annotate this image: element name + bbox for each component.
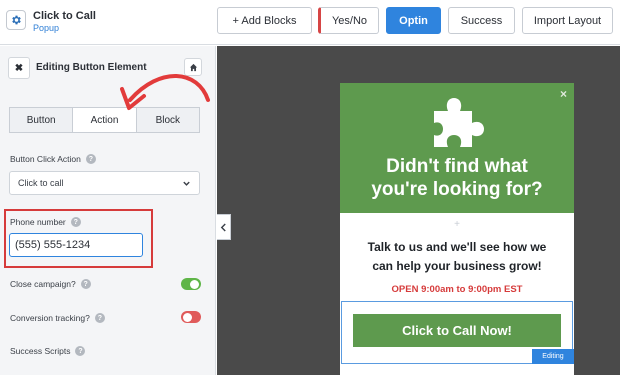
campaign-type: Popup [33, 23, 60, 33]
popup-header-block[interactable]: × Didn't find what you're looking for? [340, 83, 574, 213]
settings-button[interactable] [6, 10, 26, 30]
phone-number-input[interactable] [9, 233, 143, 257]
help-icon[interactable]: ? [75, 346, 86, 356]
help-icon[interactable]: ? [85, 154, 96, 164]
top-bar: Click to Call Popup + Add Blocks Yes/No … [0, 0, 620, 45]
close-campaign-toggle[interactable] [181, 278, 201, 290]
add-block-marker[interactable]: + [340, 219, 574, 230]
success-scripts-text: Success Scripts [10, 346, 71, 356]
close-campaign-label: Close campaign? ? [10, 279, 91, 289]
help-icon[interactable]: ? [80, 279, 91, 289]
help-icon[interactable]: ? [70, 217, 81, 227]
body-line-1: Talk to us and we'll see how we [367, 240, 547, 254]
close-icon[interactable]: × [560, 87, 567, 101]
close-icon: ✖ [14, 62, 24, 74]
button-click-action-label: Button Click Action ? [10, 154, 96, 164]
click-to-call-button[interactable]: Click to Call Now! [353, 314, 561, 347]
add-blocks-button[interactable]: + Add Blocks [217, 7, 312, 34]
curved-arrow-icon [120, 74, 210, 110]
conversion-tracking-toggle[interactable] [181, 311, 201, 323]
conversion-tracking-label: Conversion tracking? ? [10, 313, 105, 323]
headline-line-1: Didn't find what [386, 156, 528, 177]
optin-view-button[interactable]: Optin [386, 7, 441, 34]
business-hours: OPEN 9:00am to 9:00pm EST [391, 284, 523, 295]
success-view-button[interactable]: Success [448, 7, 515, 34]
phone-number-text: Phone number [10, 217, 66, 227]
popup-body-text: Talk to us and we'll see how we can help… [340, 238, 574, 276]
chevron-down-icon [183, 181, 190, 186]
tab-button[interactable]: Button [10, 108, 72, 132]
headline-line-2: you're looking for? [371, 179, 543, 200]
gear-icon [12, 15, 21, 25]
import-layout-button[interactable]: Import Layout [522, 7, 613, 34]
help-icon[interactable]: ? [94, 313, 105, 323]
popup-preview: × Didn't find what you're looking for? +… [340, 83, 574, 375]
success-scripts-label: Success Scripts ? [10, 346, 86, 356]
conversion-tracking-text: Conversion tracking? [10, 313, 90, 323]
button-click-action-value: Click to call [18, 178, 64, 188]
button-click-action-select[interactable]: Click to call [9, 171, 200, 195]
button-click-action-text: Button Click Action [10, 154, 81, 164]
collapse-sidebar-button[interactable] [217, 214, 231, 240]
body-line-2: can help your business grow! [372, 259, 542, 273]
phone-number-label: Phone number ? [10, 217, 81, 227]
close-panel-button[interactable]: ✖ [8, 57, 30, 79]
close-campaign-text: Close campaign? [10, 279, 76, 289]
popup-headline: Didn't find what you're looking for? [340, 155, 574, 201]
campaign-title: Click to Call [33, 10, 96, 22]
chevron-left-icon [220, 223, 226, 231]
puzzle-piece-icon [434, 98, 484, 147]
editing-badge: Editing [532, 349, 574, 364]
yes-no-view-button[interactable]: Yes/No [318, 7, 379, 34]
